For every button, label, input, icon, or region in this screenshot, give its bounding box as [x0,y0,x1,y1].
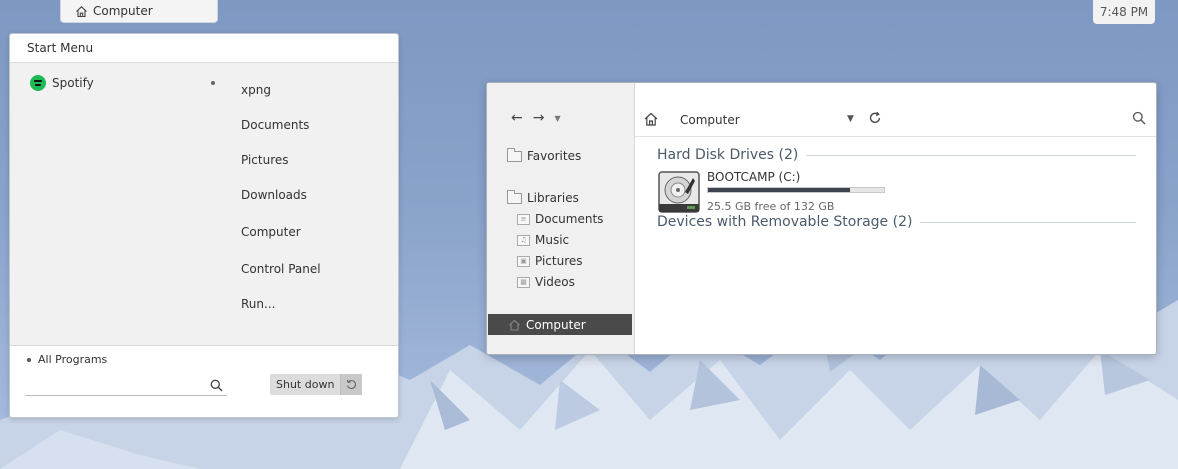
picture-icon: ▣ [517,255,530,267]
search-icon[interactable] [210,379,223,392]
divider [806,154,1136,156]
nav-item-label: Computer [526,317,586,332]
link-xpng[interactable]: xpng [241,83,271,97]
clock[interactable]: 7:48 PM [1093,0,1155,24]
home-icon [509,319,520,331]
nav-item-label: Favorites [527,149,582,163]
restart-icon [347,379,357,390]
folder-icon [507,147,522,162]
nav-item-videos[interactable]: ▦ Videos [517,275,575,289]
group-header-label: Devices with Removable Storage (2) [657,214,913,230]
shutdown-control: Shut down [270,374,363,395]
film-icon: ▦ [517,276,530,288]
link-downloads[interactable]: Downloads [241,188,307,202]
taskbar-tab-label: Computer [93,4,153,18]
group-header-hard-disk-drives[interactable]: Hard Disk Drives (2) [657,147,1136,163]
nav-item-label: Documents [535,212,604,226]
shutdown-button[interactable]: Shut down [270,374,340,395]
library-folder-icon [507,189,522,204]
start-search-input[interactable] [25,377,205,395]
all-programs-button[interactable]: All Programs [27,353,107,366]
bullet-icon [27,357,31,362]
start-menu-footer: All Programs Shut down [10,345,398,417]
nav-item-documents[interactable]: ≡ Documents [517,212,603,226]
nav-item-label: Libraries [527,191,579,205]
pinned-item-label: Spotify [52,76,94,90]
nav-item-label: Pictures [535,254,583,268]
group-header-removable-storage[interactable]: Devices with Removable Storage (2) [657,214,1136,230]
address-path[interactable]: Computer [680,113,740,127]
pinned-item-spotify[interactable]: Spotify [30,75,94,91]
nav-item-libraries[interactable]: Libraries [507,189,579,205]
explorer-window: ← → ▼ Favorites Libraries ≡ Documents ♫ … [486,82,1157,355]
drive-name: BOOTCAMP (C:) [707,170,801,184]
address-dropdown-icon[interactable]: ▼ [847,114,854,124]
link-pictures[interactable]: Pictures [241,153,289,167]
hard-drive-icon [658,171,700,213]
nav-item-music[interactable]: ♫ Music [517,233,569,247]
drive-usage-bar [707,187,885,193]
link-documents[interactable]: Documents [241,118,309,132]
link-control-panel[interactable]: Control Panel [241,262,321,276]
start-menu-title: Start Menu [10,34,398,63]
nav-item-computer[interactable]: Computer [488,314,632,335]
home-icon[interactable] [643,111,659,127]
all-programs-label: All Programs [38,353,108,366]
document-icon: ≡ [517,213,530,225]
nav-item-label: Videos [535,275,575,289]
shutdown-options-button[interactable] [340,374,363,395]
search-icon[interactable] [1132,111,1146,125]
nav-item-pictures[interactable]: ▣ Pictures [517,254,583,268]
nav-item-favorites[interactable]: Favorites [507,147,582,163]
music-note-icon: ♫ [517,234,530,246]
forward-arrow-icon[interactable]: → [533,110,545,126]
drive-item-bootcamp[interactable]: BOOTCAMP (C:) 25.5 GB free of 132 GB [657,170,1136,214]
taskbar-tab-computer[interactable]: Computer [60,0,218,23]
divider [920,221,1136,223]
start-menu: Start Menu Spotify xpng Documents Pictur… [9,33,399,418]
recent-dropdown-icon[interactable]: ▼ [554,114,560,123]
group-header-label: Hard Disk Drives (2) [657,147,799,163]
link-run[interactable]: Run... [241,297,275,311]
refresh-icon[interactable] [868,111,882,125]
drive-free-space: 25.5 GB free of 132 GB [707,200,835,213]
navigation-buttons: ← → ▼ [511,110,561,126]
start-search-box [25,377,227,396]
bullet-icon [211,81,215,85]
home-icon [76,5,87,17]
address-bar: Computer ▼ [635,105,1156,137]
content-pane: Hard Disk Drives (2) BOOTCAMP (C:) 25.5 … [657,147,1136,230]
navigation-pane: ← → ▼ Favorites Libraries ≡ Documents ♫ … [487,83,635,354]
link-computer[interactable]: Computer [241,225,301,239]
nav-item-label: Music [535,233,570,247]
drive-usage-fill [708,188,851,192]
back-arrow-icon[interactable]: ← [511,110,523,126]
spotify-icon [30,75,46,91]
